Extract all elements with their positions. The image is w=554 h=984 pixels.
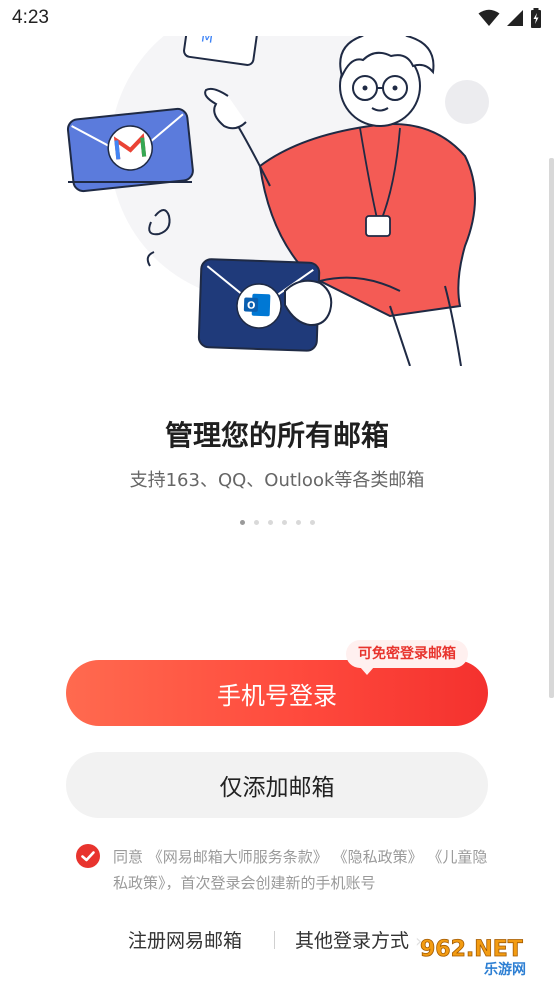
phone-login-button[interactable]: 手机号登录	[66, 660, 488, 726]
agreement-suffix: ，首次登录会创建新的手机账号	[165, 874, 376, 892]
privacy-link[interactable]: 《隐私政策》	[333, 848, 423, 866]
watermark-logo: 962.NET 乐游网	[414, 932, 548, 978]
status-bar: 4:23	[0, 0, 554, 38]
agreement-prefix: 同意	[113, 848, 144, 866]
agreement-text: 同意 《网易邮箱大师服务条款》 《隐私政策》 《儿童隐私政策》，首次登录会创建新…	[113, 844, 493, 896]
pager-dot-1[interactable]	[239, 520, 245, 525]
svg-text:O: O	[247, 301, 256, 312]
page-subtitle: 支持163、QQ、Outlook等各类邮箱	[129, 470, 425, 491]
hero-illustration: M O	[66, 36, 489, 366]
pager-dot-3[interactable]	[267, 520, 273, 525]
pager-dot-4[interactable]	[281, 520, 287, 525]
terms-link[interactable]: 《网易邮箱大师服务条款》	[148, 848, 328, 866]
check-icon	[81, 851, 95, 862]
status-icons	[478, 7, 542, 29]
signal-icon	[507, 10, 523, 26]
watermark-sub: 乐游网	[484, 961, 526, 978]
other-login-link[interactable]: 其他登录方式 ›	[295, 926, 422, 953]
watermark-brand: 962.NET	[420, 937, 523, 962]
pager-dot-5[interactable]	[295, 520, 301, 525]
other-login-label: 其他登录方式	[295, 930, 410, 952]
small-bubble	[445, 80, 489, 124]
battery-charging-icon	[531, 8, 541, 28]
add-mailbox-only-button[interactable]: 仅添加邮箱	[66, 752, 488, 818]
pager-dot-2[interactable]	[253, 520, 259, 525]
register-netease-mail-link[interactable]: 注册网易邮箱	[128, 926, 242, 953]
gmail-envelope	[66, 107, 194, 193]
carousel-pager[interactable]	[0, 520, 554, 525]
page-title: 管理您的所有邮箱	[164, 419, 389, 452]
svg-text:M: M	[200, 36, 214, 47]
agreement-checkbox[interactable]	[76, 844, 100, 868]
wifi-icon	[478, 9, 500, 26]
status-time: 4:23	[12, 7, 49, 28]
password-free-badge: 可免密登录邮箱	[346, 640, 468, 675]
pager-dot-6[interactable]	[309, 520, 315, 525]
footer-divider	[274, 931, 275, 949]
